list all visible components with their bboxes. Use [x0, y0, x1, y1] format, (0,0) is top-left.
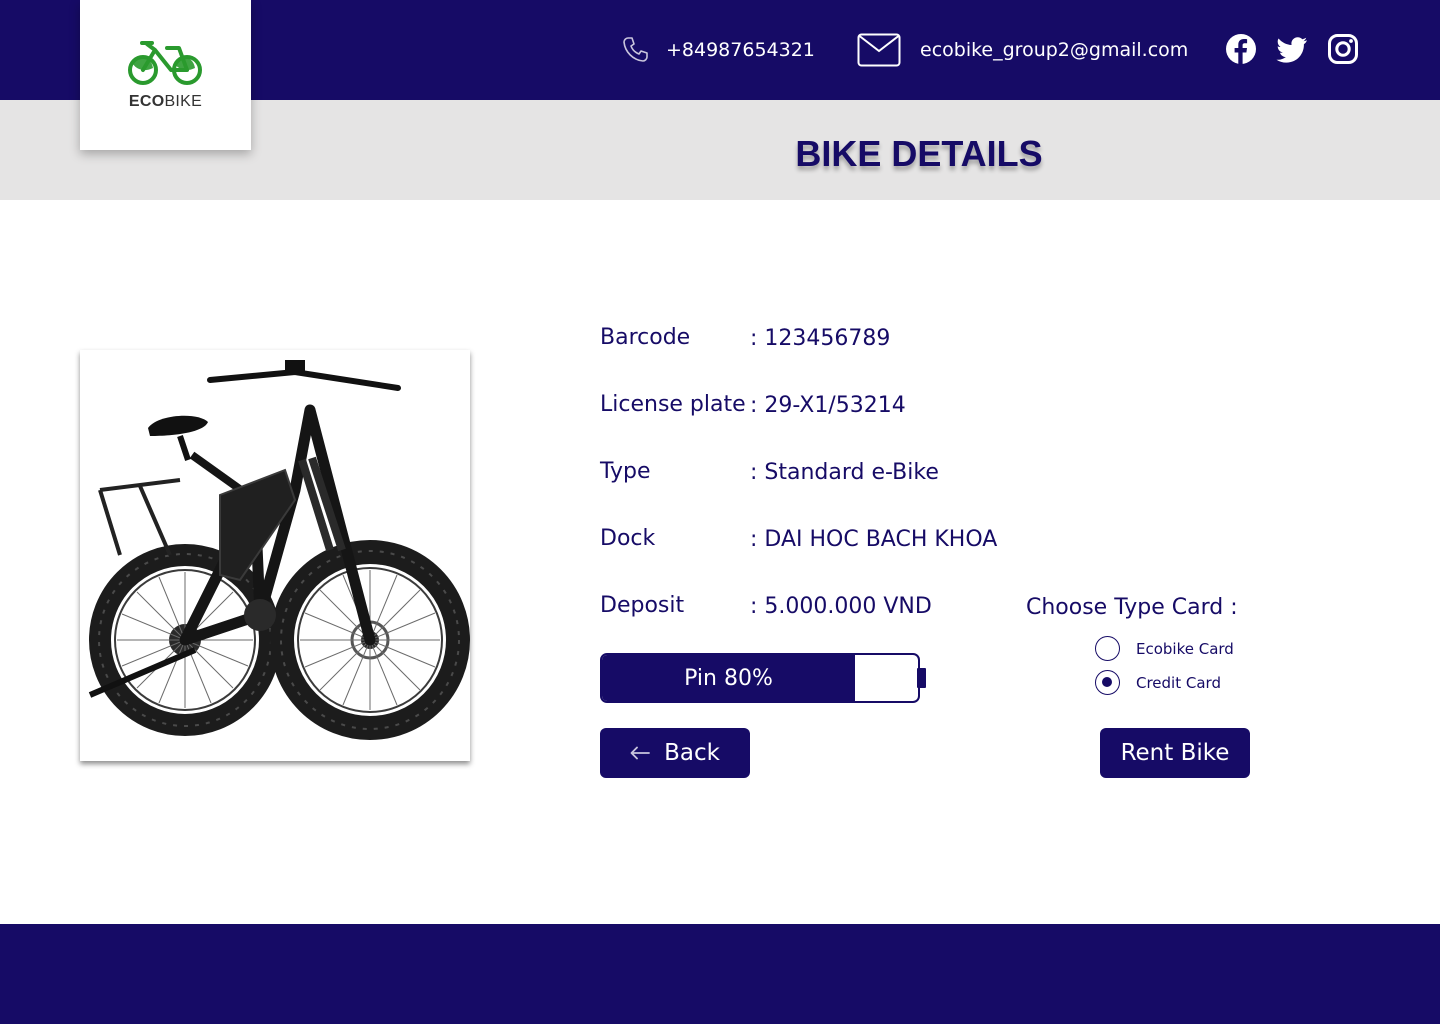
back-button[interactable]: Back [600, 728, 750, 778]
radio-option-credit-card[interactable]: Credit Card [1095, 670, 1221, 695]
contact-email[interactable]: ecobike_group2@gmail.com [857, 0, 1188, 100]
footer-bar [0, 924, 1440, 1024]
arrow-left-icon [630, 746, 650, 760]
contact-phone[interactable]: +84987654321 [620, 0, 815, 100]
facebook-icon[interactable] [1225, 33, 1257, 65]
twitter-icon[interactable] [1276, 33, 1308, 65]
back-button-label: Back [664, 740, 720, 766]
dock-label: Dock [600, 526, 656, 551]
license-plate-label: License plate [600, 392, 746, 417]
type-value: : Standard e-Bike [750, 460, 939, 485]
deposit-value: : 5.000.000 VND [750, 594, 932, 619]
logo-wordmark: ECOBIKE [128, 93, 203, 110]
ecobike-logo[interactable]: ECOBIKE [80, 0, 251, 150]
type-label: Type [600, 459, 651, 484]
rent-bike-button[interactable]: Rent Bike [1100, 728, 1250, 778]
battery-terminal [917, 668, 926, 688]
radio-button[interactable] [1095, 670, 1120, 695]
barcode-value: : 123456789 [750, 326, 891, 351]
battery-level-label: Pin 80% [684, 665, 773, 691]
mail-icon [857, 33, 901, 67]
dock-value: : DAI HOC BACH KHOA [750, 527, 998, 552]
license-plate-value: : 29-X1/53214 [750, 393, 906, 418]
deposit-label: Deposit [600, 593, 685, 618]
electric-bike-illustration [80, 350, 470, 761]
battery-indicator: Pin 80% [600, 653, 920, 703]
card-type-heading: Choose Type Card : [1026, 595, 1238, 620]
instagram-icon[interactable] [1327, 33, 1359, 65]
radio-option-label: Ecobike Card [1136, 639, 1234, 658]
radio-option-label: Credit Card [1136, 673, 1221, 692]
bicycle-logo-icon [128, 41, 202, 85]
phone-icon [623, 37, 648, 62]
bike-image [80, 350, 470, 761]
email-address: ecobike_group2@gmail.com [920, 39, 1189, 61]
radio-button[interactable] [1095, 636, 1120, 661]
phone-number: +84987654321 [666, 39, 815, 61]
barcode-label: Barcode [600, 325, 691, 350]
radio-option-ecobike-card[interactable]: Ecobike Card [1095, 636, 1234, 661]
